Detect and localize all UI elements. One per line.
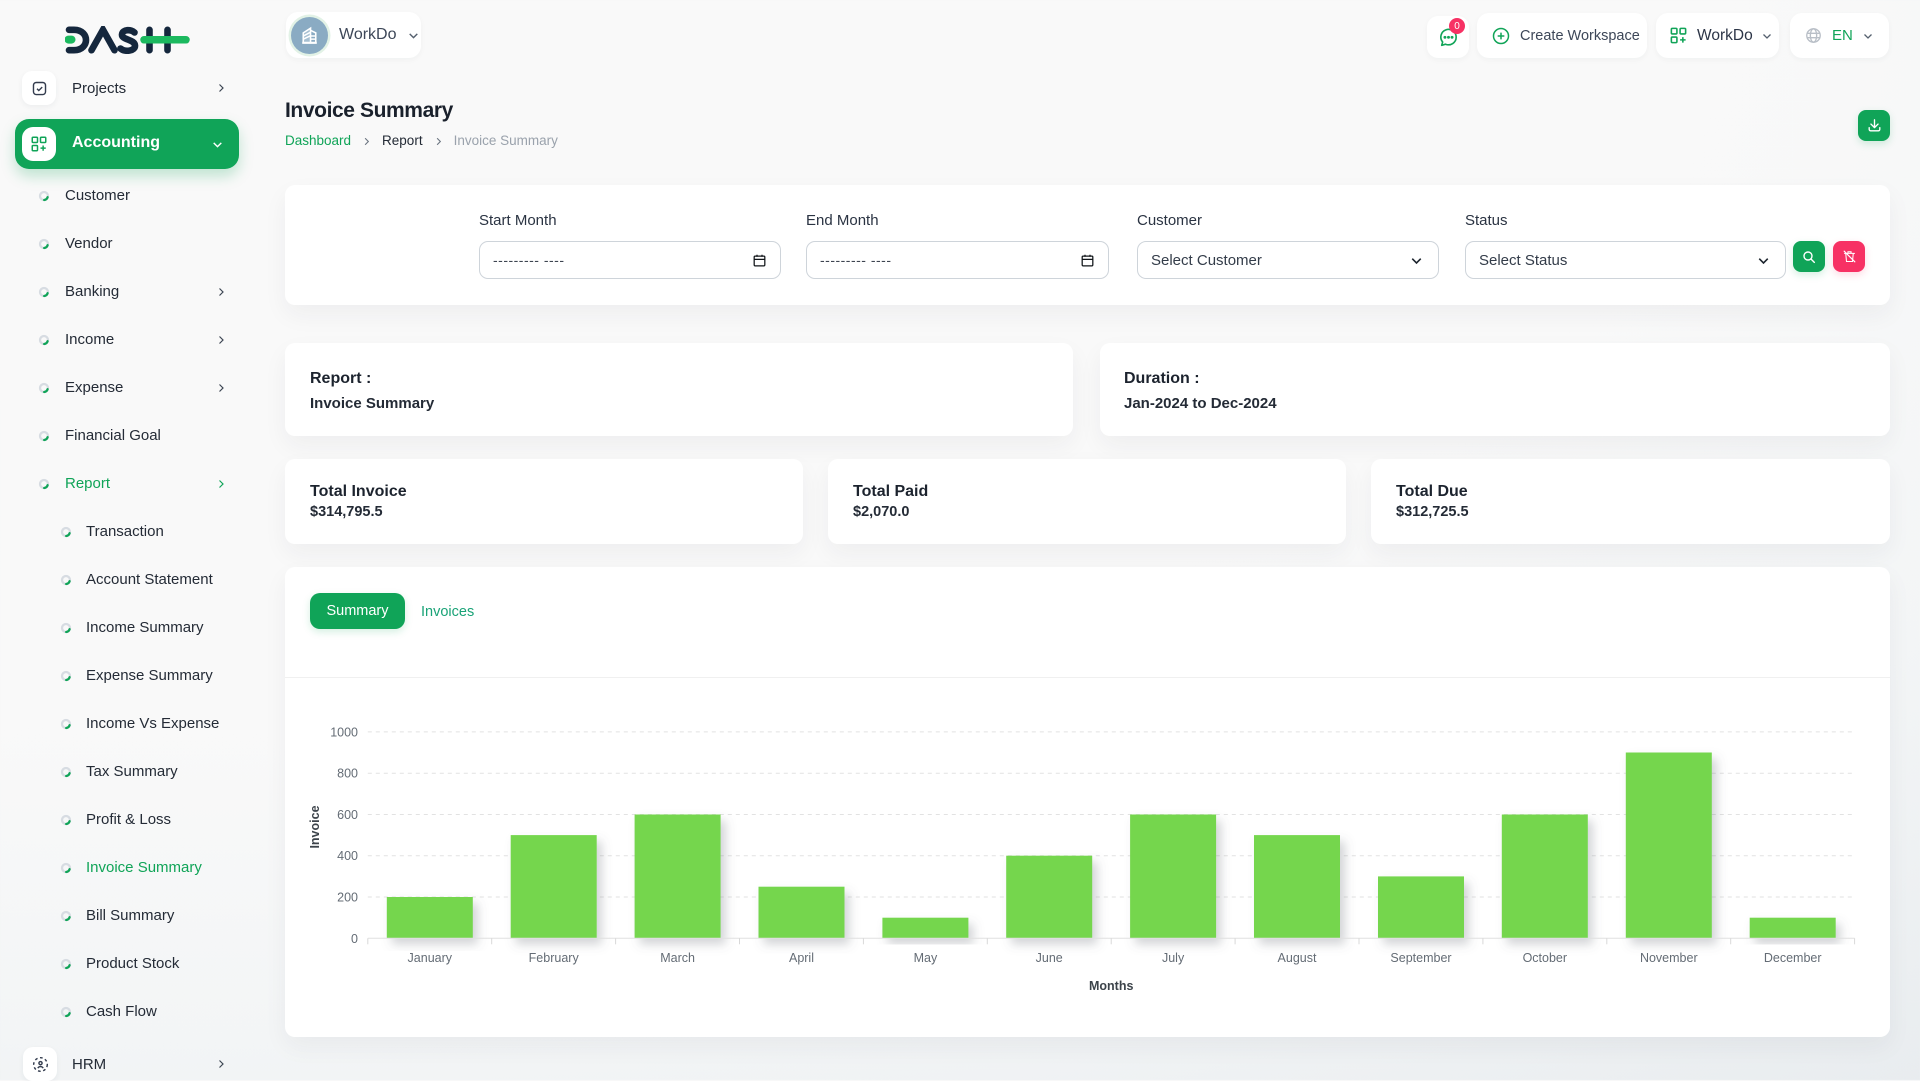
svg-text:July: July — [1162, 951, 1185, 965]
svg-text:September: September — [1390, 951, 1451, 965]
svg-text:December: December — [1764, 951, 1822, 965]
svg-text:400: 400 — [337, 849, 358, 863]
svg-text:February: February — [529, 951, 580, 965]
svg-text:April: April — [789, 951, 814, 965]
svg-text:Months: Months — [1089, 979, 1133, 993]
svg-text:600: 600 — [337, 808, 358, 822]
svg-text:1000: 1000 — [330, 725, 358, 739]
svg-text:November: November — [1640, 951, 1698, 965]
svg-text:June: June — [1036, 951, 1063, 965]
svg-text:January: January — [408, 951, 453, 965]
svg-text:800: 800 — [337, 767, 358, 781]
svg-text:Invoice: Invoice — [308, 805, 322, 848]
svg-text:March: March — [660, 951, 695, 965]
svg-text:August: August — [1278, 951, 1317, 965]
svg-text:0: 0 — [351, 932, 358, 946]
svg-text:October: October — [1523, 951, 1567, 965]
svg-text:200: 200 — [337, 891, 358, 905]
svg-text:May: May — [914, 951, 938, 965]
